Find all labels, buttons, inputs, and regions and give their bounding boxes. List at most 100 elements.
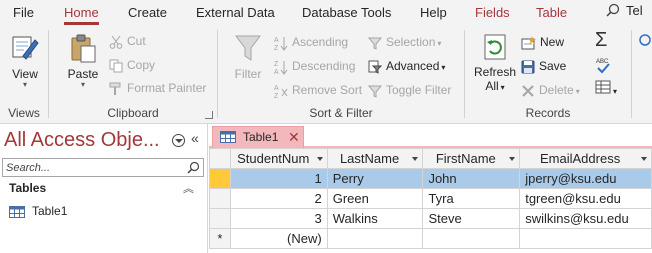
tab-fields[interactable]: Fields <box>475 5 510 20</box>
tell-me-search[interactable]: Tel <box>606 3 643 18</box>
table-row[interactable]: 3 Walkins Steve swilkins@ksu.edu <box>209 208 652 229</box>
column-header-emailaddress[interactable]: EmailAddress <box>519 148 652 169</box>
new-record-button[interactable]: New <box>521 32 564 52</box>
cell-emailaddress[interactable] <box>519 228 652 249</box>
paste-label: Paste <box>67 67 99 81</box>
table-grid-icon <box>595 80 611 94</box>
selection-button[interactable]: Selection ▾ <box>368 32 441 52</box>
column-header-lastname[interactable]: LastName <box>326 148 424 169</box>
chevron-down-icon: ▾ <box>80 80 85 89</box>
copy-button[interactable]: Copy <box>109 55 155 75</box>
close-icon[interactable]: ✕ <box>288 127 300 147</box>
chevron-down-icon[interactable] <box>316 157 323 161</box>
chevron-down-icon: ▾ <box>575 87 580 96</box>
cell-emailaddress[interactable]: swilkins@ksu.edu <box>519 208 652 229</box>
refresh-all-button[interactable]: Refresh All ▾ <box>473 32 517 93</box>
nav-item-table1[interactable]: Table1 <box>9 203 67 219</box>
cell-emailaddress[interactable]: tgreen@ksu.edu <box>519 188 652 209</box>
spelling-button[interactable]: ABC <box>595 56 611 76</box>
cell-firstname[interactable]: Steve <box>422 208 521 229</box>
cut-button[interactable]: Cut <box>109 31 146 51</box>
cell-studentnum[interactable]: 3 <box>229 208 328 229</box>
tab-file[interactable]: File <box>13 5 34 20</box>
toggle-filter-label: Toggle Filter <box>386 83 452 97</box>
filter-button[interactable]: Filter <box>230 32 266 81</box>
descending-button[interactable]: Z A Descending <box>274 56 355 76</box>
ascending-button[interactable]: A Z Ascending <box>274 32 348 52</box>
chevron-down-icon[interactable] <box>641 157 647 161</box>
tell-me-label: Tel <box>626 3 643 18</box>
search-icon <box>606 3 620 17</box>
save-icon <box>521 60 535 74</box>
remove-sort-button[interactable]: A Z Remove Sort <box>274 80 362 100</box>
format-painter-label: Format Painter <box>127 81 207 95</box>
save-record-button[interactable]: Save <box>521 56 566 76</box>
group-clipboard: Paste ▾ Cut Copy Format Painter Clipboar… <box>49 26 217 124</box>
table-row[interactable]: 2 Green Tyra tgreen@ksu.edu <box>209 188 652 209</box>
svg-text:ABC: ABC <box>596 59 609 65</box>
advanced-button[interactable]: Advanced ▾ <box>368 56 445 76</box>
cell-lastname[interactable]: Walkins <box>326 208 424 229</box>
tab-table[interactable]: Table <box>536 5 567 20</box>
cell-firstname[interactable]: John <box>422 168 521 189</box>
selection-label: Selection <box>386 35 436 49</box>
view-button[interactable]: View ▾ <box>8 32 42 89</box>
shutter-bar-collapse-icon[interactable]: « <box>191 130 199 146</box>
chevron-up-icon[interactable]: ︽ <box>183 180 194 196</box>
document-tab-table1[interactable]: Table1 ✕ <box>212 126 304 148</box>
tab-home[interactable]: Home <box>64 5 99 25</box>
tab-database-tools[interactable]: Database Tools <box>302 5 391 20</box>
nav-section-tables[interactable]: Tables <box>9 181 46 195</box>
cell-lastname[interactable]: Green <box>326 188 424 209</box>
paste-button[interactable]: Paste ▾ <box>63 32 103 89</box>
delete-record-button[interactable]: Delete ▾ <box>521 80 580 100</box>
column-header-studentnum[interactable]: StudentNum <box>229 148 328 169</box>
paste-icon <box>71 34 96 63</box>
cell-lastname[interactable]: Perry <box>326 168 424 189</box>
cell-firstname[interactable] <box>422 228 521 249</box>
cell-studentnum[interactable]: 1 <box>229 168 328 189</box>
refresh-all-label: All <box>485 79 499 93</box>
nav-menu-dropdown-icon[interactable] <box>172 134 185 147</box>
new-record-placeholder[interactable]: (New) <box>229 228 328 249</box>
totals-button[interactable]: Σ <box>595 30 607 50</box>
cell-studentnum[interactable]: 2 <box>229 188 328 209</box>
nav-pane-title[interactable]: All Access Obje... <box>4 129 160 152</box>
tab-create[interactable]: Create <box>128 5 167 20</box>
ribbon-overflow-button[interactable] <box>636 32 652 62</box>
search-icon[interactable] <box>187 161 200 174</box>
column-header-firstname[interactable]: FirstName <box>422 148 521 169</box>
nav-search-input[interactable] <box>3 159 183 176</box>
new-record-icon <box>521 35 536 50</box>
table-row[interactable]: 1 Perry John jperry@ksu.edu <box>209 168 652 189</box>
ribbon: View ▾ Views Paste ▾ Cut Copy Format Pai… <box>0 26 652 124</box>
cell-lastname[interactable] <box>326 228 424 249</box>
records-group-label: Records <box>525 106 571 120</box>
tab-help[interactable]: Help <box>420 5 447 20</box>
remove-sort-label: Remove Sort <box>292 83 363 97</box>
record-selector[interactable] <box>209 168 231 189</box>
dialog-launcher-icon[interactable] <box>205 111 213 119</box>
group-sort-filter: Filter A Z Ascending Z A Descending A Z Remove… <box>218 26 464 124</box>
group-divider <box>631 30 632 118</box>
clipboard-group-label: Clipboard <box>107 106 159 120</box>
record-selector[interactable] <box>209 208 231 229</box>
svg-text:A: A <box>274 37 279 44</box>
select-all-corner[interactable] <box>209 148 231 169</box>
more-records-button[interactable]: ▾ <box>595 80 617 100</box>
chevron-down-icon[interactable] <box>509 157 516 161</box>
tab-external-data[interactable]: External Data <box>196 5 275 20</box>
new-record-marker[interactable]: * <box>209 228 231 249</box>
cell-firstname[interactable]: Tyra <box>422 188 521 209</box>
sigma-icon: Σ <box>595 29 608 51</box>
group-views: View ▾ Views <box>0 26 48 124</box>
record-selector[interactable] <box>209 188 231 209</box>
toggle-filter-button[interactable]: Toggle Filter <box>368 80 451 100</box>
new-record-row[interactable]: * (New) <box>209 228 652 249</box>
cell-emailaddress[interactable]: jperry@ksu.edu <box>519 168 652 189</box>
save-label: Save <box>539 59 567 73</box>
sort-filter-group-label: Sort & Filter <box>309 106 373 120</box>
chevron-down-icon: ▾ <box>613 87 618 96</box>
chevron-down-icon[interactable] <box>412 157 419 161</box>
format-painter-button[interactable]: Format Painter <box>109 78 206 98</box>
